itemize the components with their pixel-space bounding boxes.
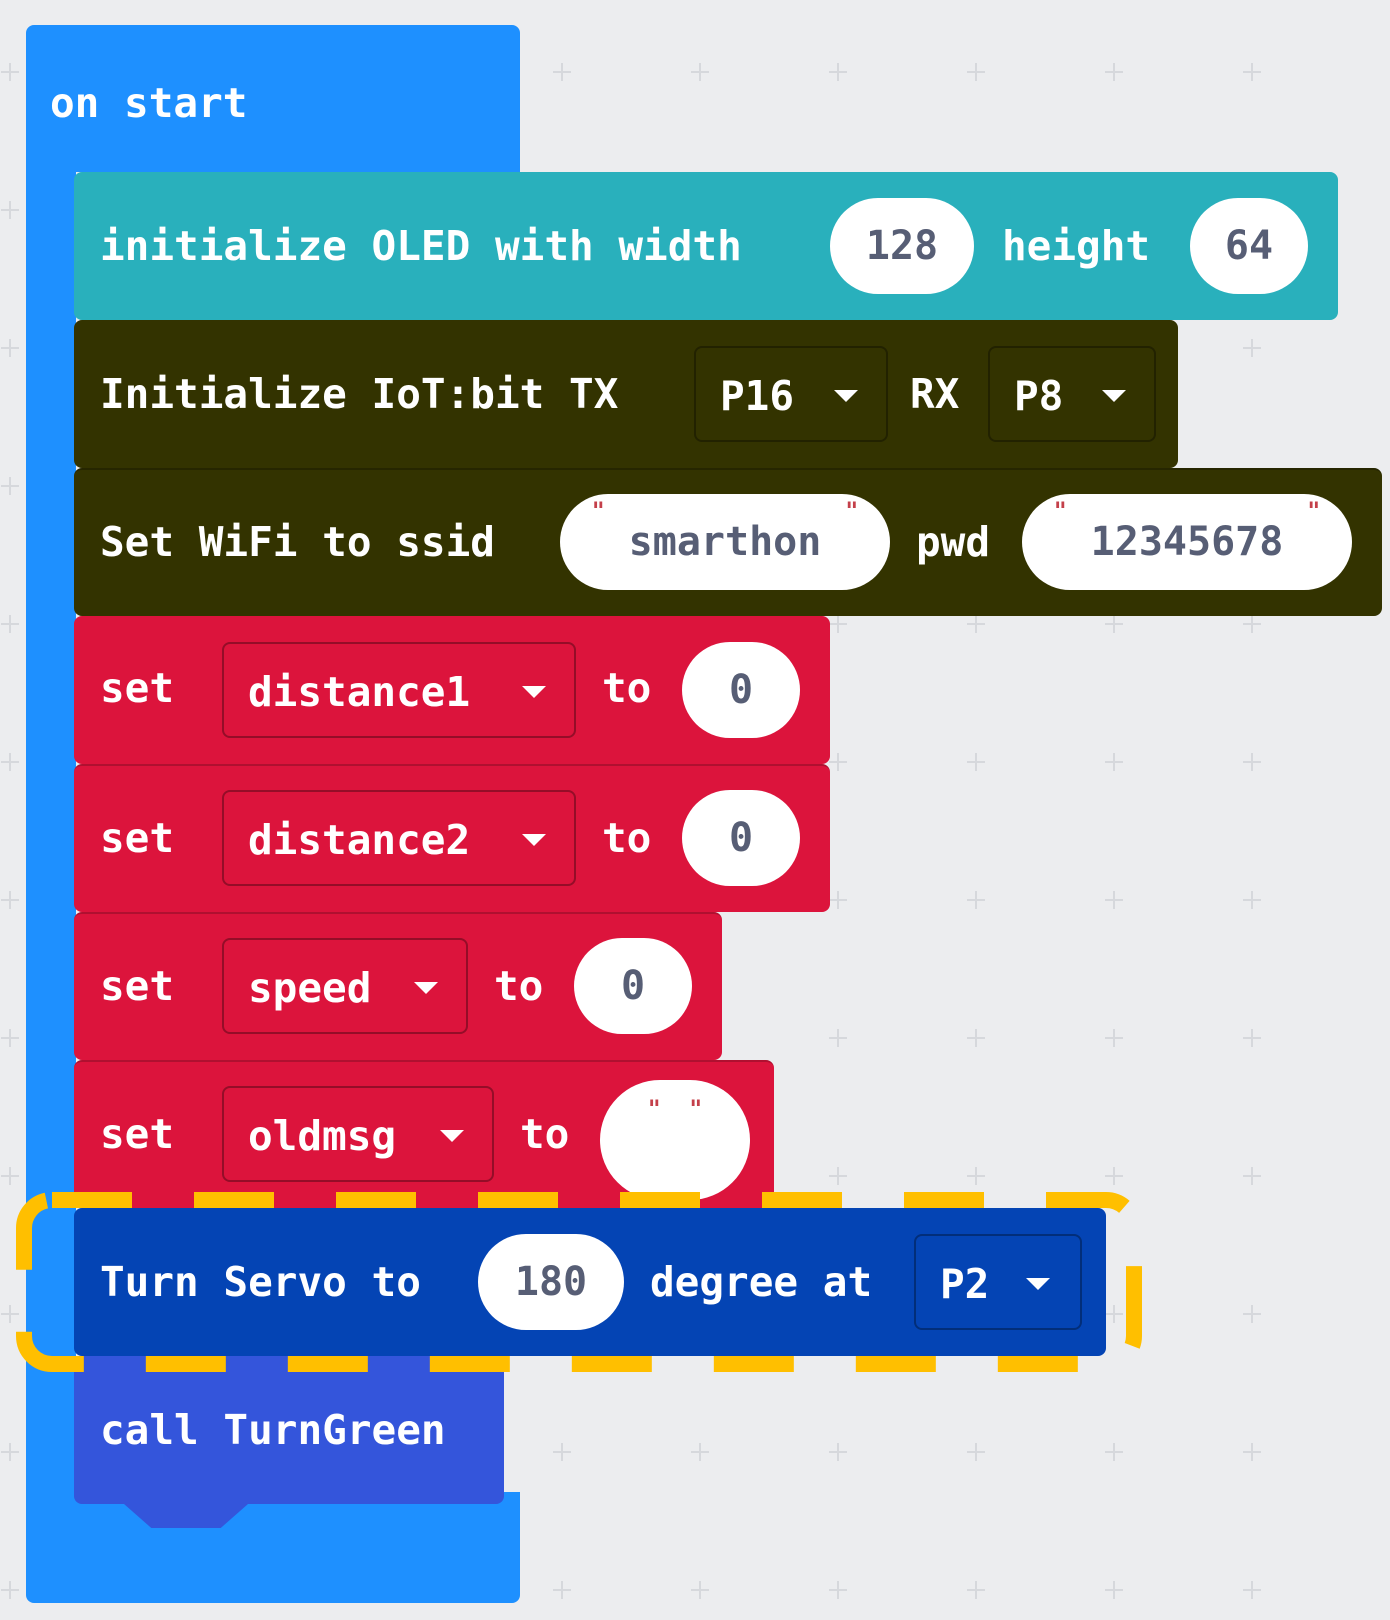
highlight-dashed-outline [16,1192,1142,1372]
blocks-workspace[interactable]: on start initialize OLED with width 128 … [0,0,1390,1620]
